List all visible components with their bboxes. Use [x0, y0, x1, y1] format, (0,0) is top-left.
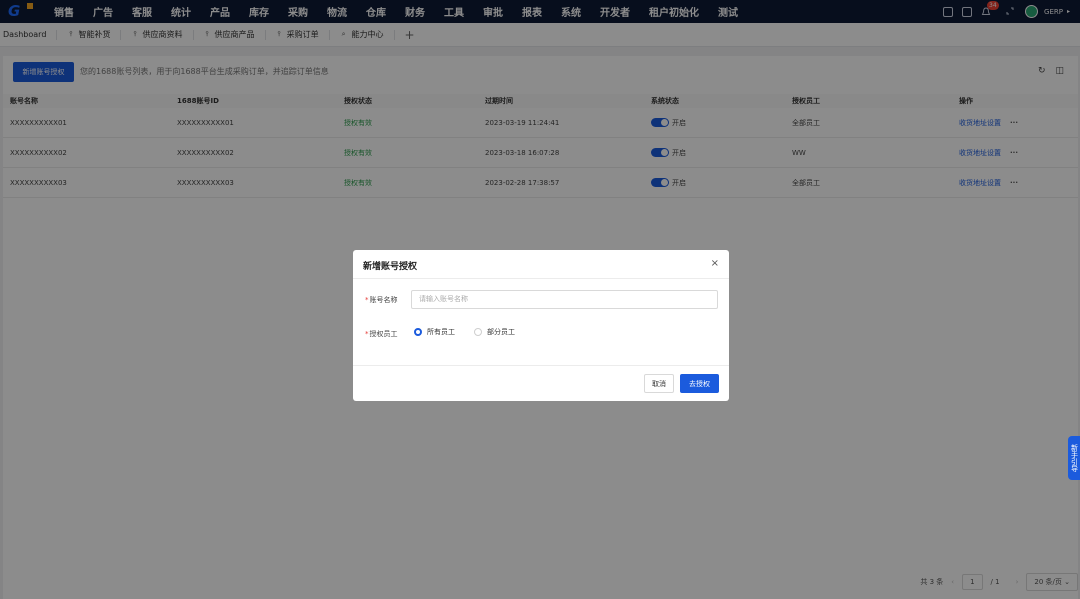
- radio-all-staff[interactable]: 所有员工: [414, 327, 455, 337]
- account-name-input[interactable]: 请输入账号名称: [411, 290, 718, 309]
- required-mark: *: [365, 296, 369, 304]
- go-authorize-button[interactable]: 去授权: [680, 374, 719, 393]
- radio-partial-staff[interactable]: 部分员工: [474, 327, 515, 337]
- radio-partial-staff-label: 部分员工: [487, 328, 515, 336]
- radio-unchecked-icon: [474, 328, 482, 336]
- required-mark: *: [365, 330, 369, 338]
- account-name-placeholder: 请输入账号名称: [419, 295, 468, 303]
- modal-footer-divider: [353, 365, 729, 366]
- auth-staff-label-text: 授权员工: [369, 330, 398, 338]
- cancel-button[interactable]: 取消: [644, 374, 674, 393]
- auth-staff-label: *授权员工: [365, 329, 398, 339]
- account-name-label-text: 账号名称: [369, 296, 398, 304]
- account-name-label: *账号名称: [365, 295, 398, 305]
- modal-divider: [353, 278, 729, 279]
- radio-checked-icon: [414, 328, 422, 336]
- radio-all-staff-label: 所有员工: [427, 328, 455, 336]
- modal-title: 新增账号授权: [363, 262, 418, 272]
- beginner-guide-button[interactable]: 新手引导: [1068, 436, 1080, 480]
- close-icon[interactable]: ×: [711, 258, 719, 269]
- add-auth-modal: 新增账号授权 × *账号名称 请输入账号名称 *授权员工 所有员工 部分员工 取…: [353, 250, 729, 401]
